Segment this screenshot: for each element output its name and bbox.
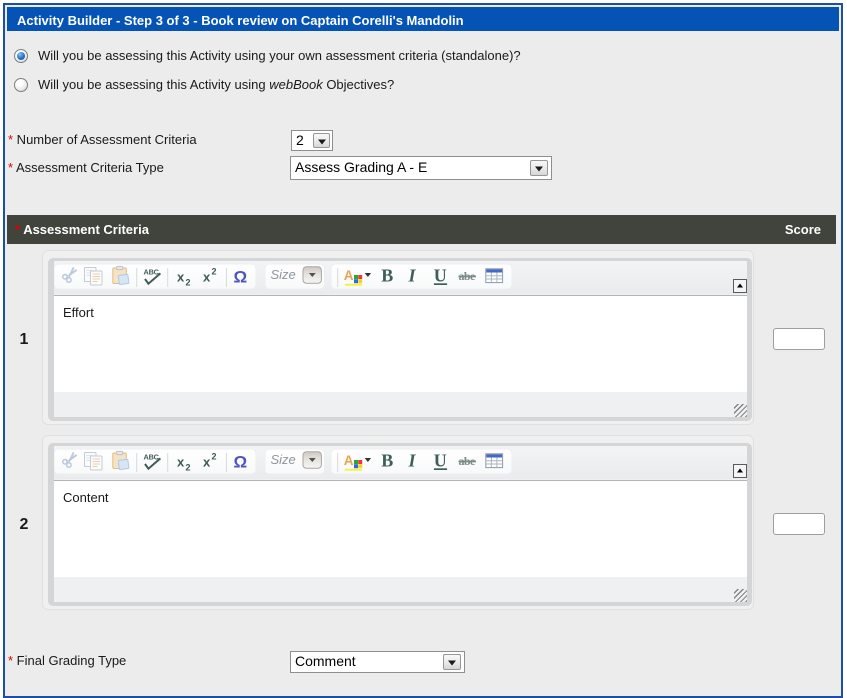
svg-text:Ω: Ω bbox=[234, 268, 248, 287]
svg-text:A: A bbox=[344, 453, 354, 468]
svg-text:I: I bbox=[408, 450, 417, 470]
svg-text:B: B bbox=[381, 265, 393, 285]
svg-text:x: x bbox=[177, 455, 185, 470]
svg-text:B: B bbox=[381, 450, 393, 470]
svg-text:2: 2 bbox=[186, 278, 191, 288]
svg-text:U: U bbox=[434, 265, 447, 285]
svg-text:Size: Size bbox=[271, 452, 296, 467]
svg-text:2: 2 bbox=[186, 463, 191, 473]
svg-text:Ω: Ω bbox=[234, 453, 248, 472]
svg-text:x: x bbox=[177, 270, 185, 285]
svg-text:x: x bbox=[203, 270, 211, 285]
svg-text:2: 2 bbox=[212, 267, 217, 277]
svg-text:I: I bbox=[408, 265, 417, 285]
svg-text:U: U bbox=[434, 450, 447, 470]
svg-text:Size: Size bbox=[271, 267, 296, 282]
svg-text:x: x bbox=[203, 455, 211, 470]
svg-text:2: 2 bbox=[212, 452, 217, 462]
svg-text:A: A bbox=[344, 268, 354, 283]
